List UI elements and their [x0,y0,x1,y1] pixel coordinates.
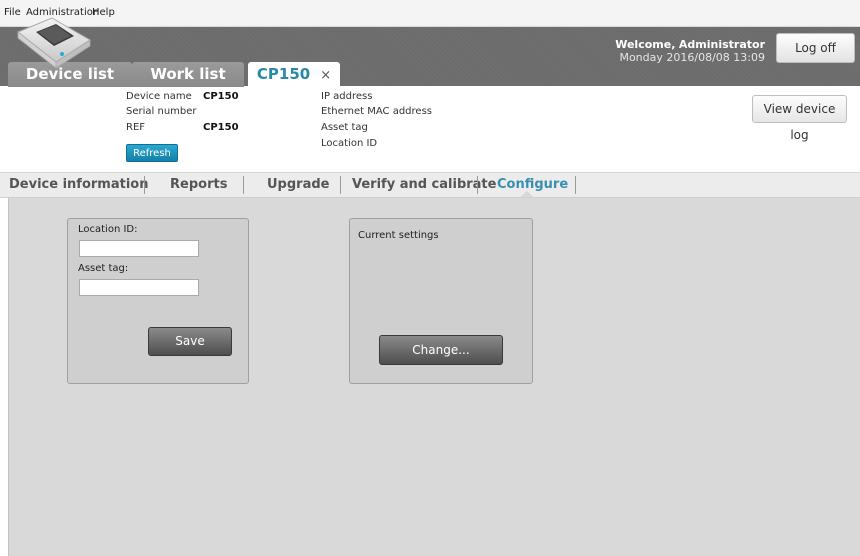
tab-cp150-label: CP150 [256,65,311,83]
serial-number-label: Serial number [126,106,197,117]
device-name-label: Device name [126,91,192,102]
active-tab-caret-inner [522,192,532,197]
logoff-button[interactable]: Log off [776,33,855,63]
tab-cp150[interactable]: CP150 × [248,62,340,87]
location-id-label: Location ID [321,138,378,149]
subnav-verify-calibrate[interactable]: Verify and calibrate [352,177,496,192]
current-settings-panel: Current settings Change... [349,218,533,384]
close-icon[interactable]: × [320,68,331,83]
sub-navigation: Device information Reports Upgrade Verif… [0,172,860,198]
day-label: Monday [619,51,663,64]
subnav-device-information[interactable]: Device information [9,177,148,192]
device-image [17,17,91,69]
change-button[interactable]: Change... [379,335,503,365]
user-name: Administrator [678,38,765,51]
separator [575,176,576,194]
subnav-reports[interactable]: Reports [170,177,227,192]
menu-bar: File Administration Help [0,0,860,27]
device-name-value: CP150 [203,91,239,102]
asset-tag-label: Asset tag [321,122,368,133]
separator [243,176,244,194]
separator [477,176,478,194]
subnav-upgrade[interactable]: Upgrade [267,177,329,192]
subnav-configure[interactable]: Configure [497,177,568,192]
refresh-button[interactable]: Refresh [126,144,178,162]
current-settings-label: Current settings [358,230,439,241]
datetime-label: 2016/08/08 13:09 [666,51,765,64]
ref-label: REF [126,122,146,133]
mac-address-label: Ethernet MAC address [321,106,432,117]
location-id-field-label: Location ID: [78,224,138,235]
asset-tag-field-label: Asset tag: [78,263,129,274]
separator [340,176,341,194]
ip-address-label: IP address [321,91,373,102]
ref-value: CP150 [203,122,239,133]
welcome-label: Welcome, [615,38,676,51]
menu-help[interactable]: Help [92,7,115,18]
location-id-input[interactable] [79,240,199,257]
view-device-log-button[interactable]: View device log [752,95,847,142]
location-asset-panel: Location ID: Asset tag: Save [67,218,249,384]
tab-work-list[interactable]: Work list [132,62,244,87]
asset-tag-input[interactable] [79,279,199,296]
welcome-info: Welcome, Administrator Monday 2016/08/08… [615,38,765,64]
save-button[interactable]: Save [148,327,232,356]
separator [144,176,145,194]
configure-content: Location ID: Asset tag: Save Current set… [8,198,860,556]
